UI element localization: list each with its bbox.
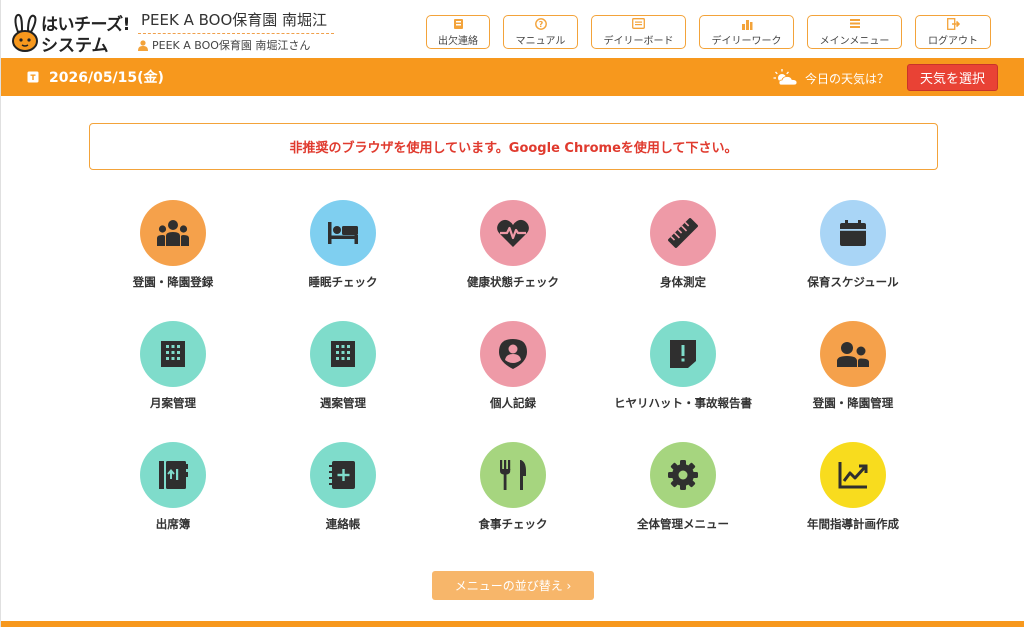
person-pin-icon — [499, 339, 527, 369]
menu-label: 食事チェック — [478, 517, 548, 531]
two-people-icon — [837, 342, 869, 367]
logo-text-line2: システム — [41, 36, 109, 56]
menu-icon-circle — [310, 321, 376, 387]
attendance-icon — [453, 17, 464, 30]
menu-icon-circle — [480, 442, 546, 508]
menu-label: 週案管理 — [320, 396, 366, 410]
bed-icon — [328, 222, 358, 244]
menu-icon-circle — [820, 442, 886, 508]
app-header: はいチーズ! システム PEEK A BOO保育園 南堀江 PEEK A BOO… — [1, 0, 1024, 58]
nav-label: ログアウト — [928, 36, 978, 47]
group-people-icon — [157, 220, 189, 246]
menu-monthly-plan[interactable]: 月案管理 — [98, 321, 248, 416]
menu-sleep-check[interactable]: 睡眠チェック — [268, 200, 418, 295]
calendar-small-icon — [27, 71, 39, 83]
menu-label: 保育スケジュール — [807, 275, 899, 289]
nav-label: マニュアル — [515, 36, 566, 47]
menu-icon-circle — [140, 442, 206, 508]
current-user-label: PEEK A BOO保育園 南堀江さん — [152, 39, 311, 52]
menu-childcare-schedule[interactable]: 保育スケジュール — [778, 200, 928, 295]
question-icon: ? — [534, 17, 547, 30]
board-icon — [632, 17, 645, 30]
nav-label: デイリーボード — [603, 36, 674, 47]
menu-icon-circle — [480, 200, 546, 266]
menu-label: 全体管理メニュー — [637, 517, 729, 531]
calendar-icon — [840, 220, 866, 246]
nav-label: デイリーワーク — [711, 36, 782, 47]
building-icon — [161, 341, 185, 367]
select-weather-button[interactable]: 天気を選択 — [907, 64, 998, 91]
ruler-icon — [668, 218, 698, 248]
menu-icon-circle — [820, 321, 886, 387]
menu-incident-report[interactable]: ヒヤリハット・事故報告書 — [608, 321, 758, 416]
menu-contact-book[interactable]: 連絡帳 — [268, 442, 418, 537]
menu-weekly-plan[interactable]: 週案管理 — [268, 321, 418, 416]
menu-annual-plan[interactable]: 年間指導計画作成 — [778, 442, 928, 537]
menu-label: 連絡帳 — [325, 517, 361, 531]
building-icon — [331, 341, 355, 367]
gear-icon — [668, 460, 698, 490]
menu-attendance-management[interactable]: 登園・降園管理 — [778, 321, 928, 416]
menu-icon-circle — [310, 442, 376, 508]
user-icon — [138, 39, 148, 51]
nav-logout-button[interactable]: ログアウト — [915, 15, 991, 49]
menu-icon-circle — [650, 200, 716, 266]
menu-attendance-book[interactable]: 出席簿 — [98, 442, 248, 537]
date-bar: 2026/05/15(金) 今日の天気は？ 天気を選択 — [1, 58, 1024, 96]
report-alert-icon — [670, 340, 696, 368]
facility-name: PEEK A BOO保育園 南堀江 — [141, 11, 328, 29]
menu-health-check[interactable]: 健康状態チェック — [438, 200, 588, 295]
menu-icon-circle — [820, 200, 886, 266]
menu-label: 登園・降園管理 — [812, 396, 894, 410]
logo[interactable]: はいチーズ! システム — [11, 10, 131, 56]
menu-sort-button[interactable]: メニューの並び替え › — [432, 571, 594, 600]
current-date: 2026/05/15(金) — [49, 70, 164, 86]
menu-label: 身体測定 — [660, 275, 706, 289]
bottom-accent-bar — [1, 621, 1024, 627]
menu-meal-check[interactable]: 食事チェック — [438, 442, 588, 537]
heart-pulse-icon — [497, 219, 529, 247]
logout-icon — [946, 17, 960, 30]
menu-label: 登園・降園登録 — [132, 275, 214, 289]
nav-manual-button[interactable]: ? マニュアル — [503, 15, 578, 49]
menu-overall-management[interactable]: 全体管理メニュー — [608, 442, 758, 537]
menu-label: 年間指導計画作成 — [807, 517, 899, 531]
menu-icon-circle — [310, 200, 376, 266]
menu-label: ヒヤリハット・事故報告書 — [614, 396, 752, 410]
menu-icon-circle — [480, 321, 546, 387]
nav-label: 出欠連絡 — [438, 36, 478, 47]
nav-attendance-contact-button[interactable]: 出欠連絡 — [426, 15, 490, 49]
current-user: PEEK A BOO保育園 南堀江さん — [138, 33, 334, 53]
menu-label: 睡眠チェック — [308, 275, 378, 289]
svg-text:?: ? — [538, 20, 543, 29]
chart-bars-icon — [741, 17, 753, 30]
rabbit-logo-icon — [12, 13, 38, 52]
menu-personal-record[interactable]: 個人記録 — [438, 321, 588, 416]
nav-daily-work-button[interactable]: デイリーワーク — [699, 15, 794, 49]
fork-knife-icon — [500, 460, 526, 490]
menu-icon-circle — [650, 442, 716, 508]
menu-label: 出席簿 — [155, 517, 191, 531]
menu-label: 健康状態チェック — [467, 275, 559, 289]
menu-icon-circle — [140, 200, 206, 266]
nav-label: メインメニュー — [819, 36, 890, 47]
menu-label: 個人記録 — [490, 396, 536, 410]
nav-main-menu-button[interactable]: メインメニュー — [807, 15, 902, 49]
menu-label: 月案管理 — [150, 396, 196, 410]
menu-attendance-registration[interactable]: 登園・降園登録 — [98, 200, 248, 295]
nav-daily-board-button[interactable]: デイリーボード — [591, 15, 686, 49]
menu-icon-circle — [140, 321, 206, 387]
menu-body-measurement[interactable]: 身体測定 — [608, 200, 758, 295]
trend-chart-icon — [838, 462, 868, 489]
attendance-book-icon — [159, 461, 188, 489]
menu-icon-circle — [650, 321, 716, 387]
weather-cloud-sun-icon — [773, 69, 798, 86]
weather-question-label: 今日の天気は？ — [805, 72, 890, 86]
contact-book-icon — [329, 461, 355, 489]
menu-icon — [849, 17, 861, 30]
browser-warning-banner: 非推奨のブラウザを使用しています。Google Chromeを使用して下さい。 — [89, 123, 938, 170]
